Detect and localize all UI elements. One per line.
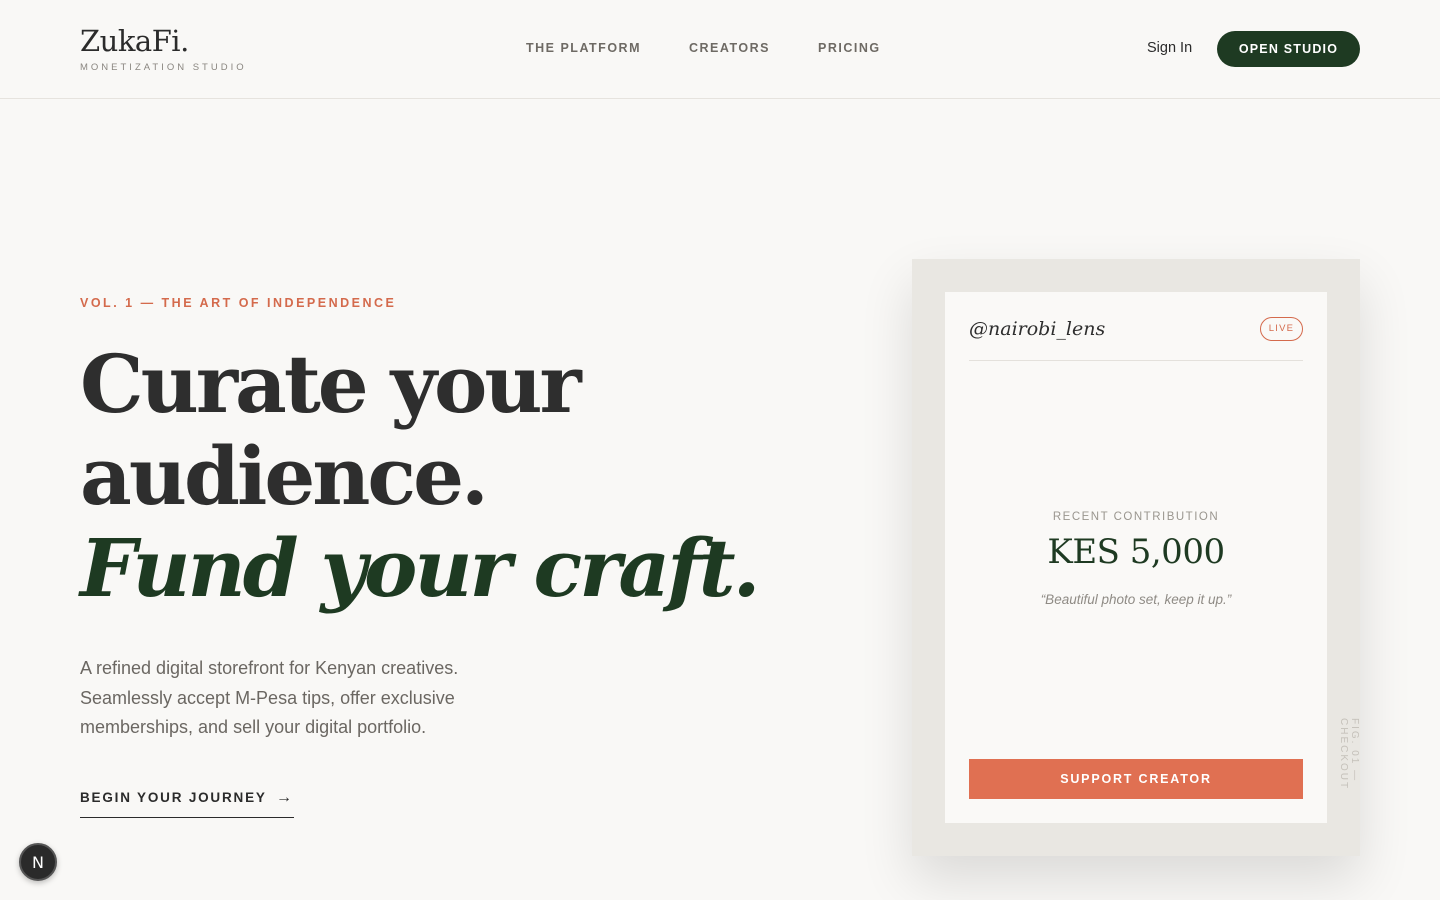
begin-journey-link[interactable]: BEGIN YOUR JOURNEY → (80, 790, 294, 818)
nav-item-platform[interactable]: THE PLATFORM (526, 41, 641, 55)
nav-item-pricing[interactable]: PRICING (818, 41, 881, 55)
nav-item-creators[interactable]: CREATORS (689, 41, 770, 55)
site-header: ZukaFi. MONETIZATION STUDIO THE PLATFORM… (0, 0, 1440, 99)
live-badge: LIVE (1260, 317, 1303, 341)
creator-handle: @nairobi_lens (969, 318, 1106, 340)
headline-line-1: Curate your (80, 337, 582, 431)
brand-tagline: MONETIZATION STUDIO (80, 62, 247, 73)
hero-eyebrow: VOL. 1 — THE ART OF INDEPENDENCE (80, 296, 397, 310)
support-creator-button[interactable]: SUPPORT CREATOR (969, 759, 1303, 799)
card-divider (969, 360, 1303, 361)
contribution-amount: KES 5,000 (1047, 532, 1225, 572)
hero-description: A refined digital storefront for Kenyan … (80, 658, 459, 737)
cta-label: BEGIN YOUR JOURNEY (80, 790, 267, 805)
main-nav: THE PLATFORM CREATORS PRICING (526, 41, 881, 55)
creator-card: @nairobi_lens LIVE RECENT CONTRIBUTION K… (945, 292, 1327, 823)
checkout-preview-frame: @nairobi_lens LIVE RECENT CONTRIBUTION K… (912, 259, 1360, 856)
open-studio-button[interactable]: OPEN STUDIO (1217, 31, 1360, 67)
figure-caption: FIG. 01 — CHECKOUT (1338, 718, 1360, 791)
contribution-label: RECENT CONTRIBUTION (1052, 511, 1220, 523)
headline-accent: Fund your craft. (80, 521, 760, 615)
hero-headline: Curate your audience. Fund your craft. (80, 338, 800, 614)
brand-name: ZukaFi. (80, 24, 189, 58)
sign-in-link[interactable]: Sign In (1147, 40, 1192, 56)
arrow-right-icon: → (276, 789, 292, 806)
contribution-note: “Beautiful photo set, keep it up.” (1040, 592, 1232, 607)
headline-line-2: audience. (80, 429, 489, 523)
n-logo-icon[interactable]: N (19, 843, 57, 881)
brand-logo[interactable]: ZukaFi. MONETIZATION STUDIO (80, 24, 247, 73)
